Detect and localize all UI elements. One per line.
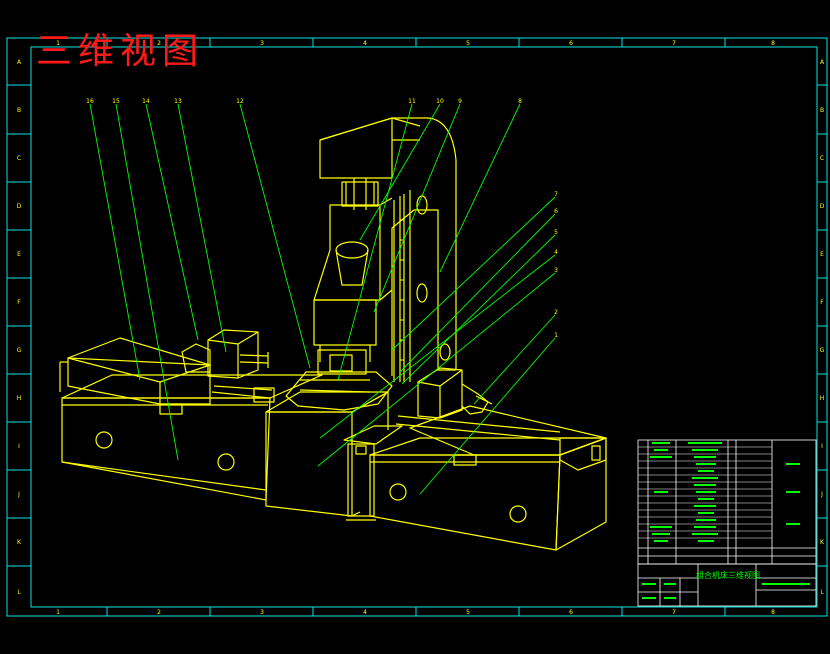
machine-wireframe [59, 117, 607, 551]
left-bed-hole [217, 453, 235, 471]
col-label: 1 [56, 609, 60, 616]
row-label: C [17, 155, 21, 162]
right-bed-front [369, 454, 561, 551]
parts-list-entries [650, 442, 800, 542]
row-label: E [820, 251, 824, 258]
balloon: 16 [86, 98, 94, 105]
balloon: 9 [458, 98, 462, 105]
balloon: 6 [554, 208, 558, 215]
right-bed-hole [509, 505, 527, 523]
balloon: 15 [112, 98, 120, 105]
column-top-cap [319, 117, 393, 179]
right-bed-hole [389, 483, 407, 501]
left-power-head [207, 329, 259, 379]
row-label: L [17, 589, 21, 596]
left-bed-front [61, 397, 271, 501]
balloon: 8 [518, 98, 522, 105]
balloon: 10 [436, 98, 444, 105]
row-label: C [820, 155, 824, 162]
row-label: J [820, 491, 823, 498]
balloon: 12 [236, 98, 244, 105]
col-label: 5 [466, 609, 470, 616]
row-label: H [820, 395, 825, 402]
row-label: L [820, 589, 824, 596]
col-label: 8 [771, 609, 775, 616]
row-label: E [17, 251, 21, 258]
balloon: 4 [554, 249, 558, 256]
right-slide-slot [453, 454, 477, 466]
left-bed-top [61, 374, 323, 399]
balloon: 14 [142, 98, 150, 105]
balloon: 1 [554, 332, 558, 339]
row-label: G [17, 347, 22, 354]
col-label: 3 [260, 40, 264, 47]
balloon: 5 [554, 229, 558, 236]
machine-column [319, 117, 457, 376]
central-base [265, 411, 353, 517]
row-label: G [820, 347, 825, 354]
row-label: F [820, 299, 824, 306]
control-box [343, 425, 403, 445]
row-label: H [17, 395, 22, 402]
col-label: 6 [569, 40, 573, 47]
row-label: J [17, 491, 20, 498]
row-label: B [820, 107, 824, 114]
col-label: 7 [672, 40, 676, 47]
balloon: 2 [554, 309, 558, 316]
row-label: D [820, 203, 825, 210]
row-label: I [18, 443, 20, 450]
row-label: A [820, 59, 825, 66]
balloon: 13 [174, 98, 182, 105]
col-label: 5 [466, 40, 470, 47]
cad-drawing-canvas: 1 2 3 4 5 6 7 8 1 2 3 4 5 6 7 8 A B C D … [6, 37, 828, 617]
title-block-name: 组合机床三维视图 [696, 570, 760, 580]
row-label: D [17, 203, 22, 210]
vertical-spindle-head [313, 204, 381, 301]
left-slide-side [67, 357, 211, 405]
balloon-labels: 16 15 14 13 12 11 10 9 8 7 6 5 4 3 2 1 [86, 98, 558, 339]
drawing-title: 三维视图 [36, 31, 205, 72]
col-label: 8 [771, 40, 775, 47]
left-bed-hole [95, 431, 113, 449]
row-label: B [17, 107, 21, 114]
col-label: 4 [363, 609, 367, 616]
col-label: 7 [672, 609, 676, 616]
right-bed-top [369, 437, 607, 456]
row-label: A [17, 59, 22, 66]
row-label: F [17, 299, 21, 306]
title-block-entries [642, 583, 810, 599]
parts-list-table [637, 439, 817, 565]
leader-lines [89, 103, 556, 495]
zone-labels: 1 2 3 4 5 6 7 8 1 2 3 4 5 6 7 8 A B C D … [17, 40, 825, 616]
balloon: 11 [408, 98, 416, 105]
spindle-motor [335, 241, 369, 259]
row-label: K [17, 539, 22, 546]
balloon: 3 [554, 267, 558, 274]
col-label: 3 [260, 609, 264, 616]
balloon: 7 [554, 191, 558, 198]
col-label: 2 [157, 609, 161, 616]
col-label: 4 [363, 40, 367, 47]
row-label: I [821, 443, 823, 450]
col-label: 6 [569, 609, 573, 616]
row-label: K [820, 539, 825, 546]
